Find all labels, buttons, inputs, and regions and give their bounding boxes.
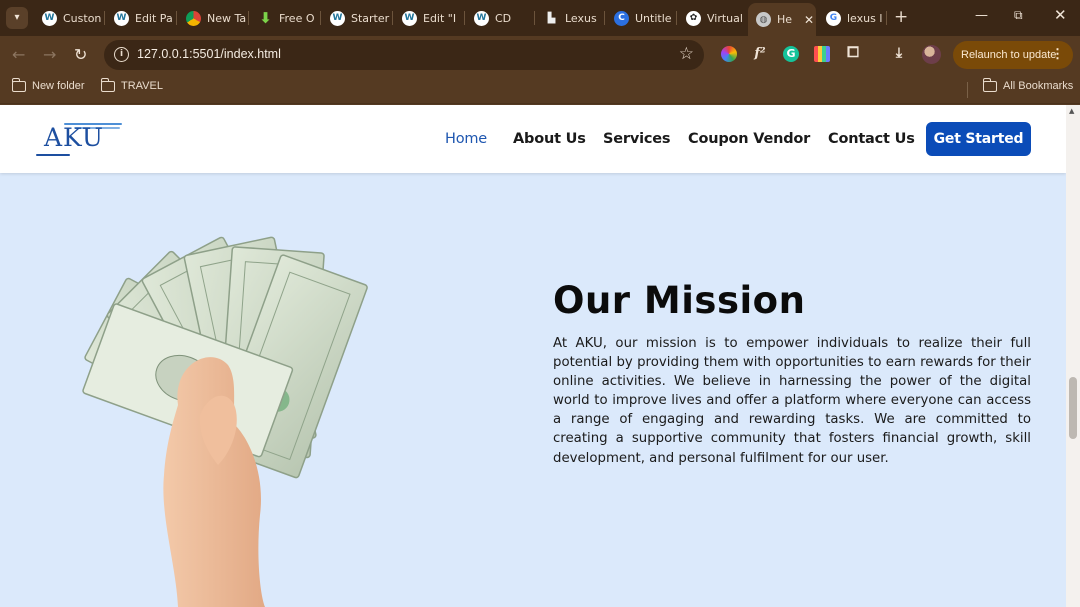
all-bookmarks-label: All Bookmarks [1003, 80, 1074, 92]
tab-virtual[interactable]: ✿ Virtual [678, 4, 748, 32]
back-arrow-icon[interactable]: ← [12, 45, 25, 64]
address-bar[interactable]: i 127.0.0.1:5501/index.html ☆ [104, 40, 704, 70]
scroll-up-arrow-icon[interactable]: ▲ [1069, 107, 1074, 115]
download-arrow-icon: ⬇ [259, 9, 272, 27]
tab-cd[interactable]: W CD [466, 4, 536, 32]
nav-coupon-vendor[interactable]: Coupon Vendor [688, 131, 810, 147]
tab-label: Edit "I [423, 11, 457, 25]
close-icon[interactable]: ✕ [804, 13, 814, 27]
color-extension-icon[interactable] [721, 46, 737, 62]
tab-separator [320, 11, 321, 25]
tab-untitled[interactable]: C Untitle [606, 4, 676, 32]
minimize-icon[interactable]: — [975, 8, 988, 23]
tab-new-tab[interactable]: New Ta [178, 4, 248, 32]
tab-search-button[interactable]: ▾ [6, 7, 28, 29]
nav-home[interactable]: Home [445, 131, 487, 147]
tab-label: New Ta [207, 11, 247, 25]
reload-icon[interactable]: ↻ [74, 45, 87, 64]
mission-title: Our Mission [553, 279, 806, 322]
nav-about[interactable]: About Us [513, 131, 586, 147]
get-started-button[interactable]: Get Started [926, 122, 1031, 156]
chrome-icon [186, 10, 201, 26]
wordpress-icon: W [114, 10, 129, 26]
site-info-icon[interactable]: i [114, 47, 129, 62]
relaunch-button[interactable]: Relaunch to update ⋮ [953, 41, 1073, 69]
tab-separator [886, 11, 887, 25]
grammarly-icon[interactable]: G [783, 46, 799, 62]
all-bookmarks[interactable]: All Bookmarks [982, 77, 1074, 92]
tab-label: Free O [279, 11, 315, 25]
page-viewport: AKU Home About Us Services Coupon Vendor… [0, 105, 1066, 607]
extensions-puzzle-icon[interactable]: ⧠ [845, 44, 861, 60]
google-icon: G [826, 10, 841, 26]
tab-separator [604, 11, 605, 25]
site-logo[interactable]: AKU [34, 119, 130, 159]
new-tab-button[interactable]: + [894, 7, 908, 27]
tab-lexus[interactable]: ▙ Lexus [536, 4, 604, 32]
relaunch-label: Relaunch to update [961, 49, 1057, 61]
nav-services[interactable]: Services [603, 131, 671, 147]
bookmark-label: New folder [32, 80, 85, 92]
logo-underline [36, 154, 70, 156]
wordpress-icon: W [42, 10, 57, 26]
nav-contact[interactable]: Contact Us [828, 131, 915, 147]
site-header: AKU Home About Us Services Coupon Vendor… [0, 105, 1066, 173]
tab-label: CD [495, 11, 512, 25]
tab-edit-page[interactable]: W Edit Pa [106, 4, 176, 32]
download-icon[interactable]: ⤓ [891, 45, 907, 61]
chatgpt-icon: ✿ [686, 10, 701, 26]
folder-icon [11, 77, 26, 92]
url-text[interactable]: 127.0.0.1:5501/index.html [137, 47, 281, 61]
bookmark-label: TRAVEL [121, 80, 163, 92]
tab-free[interactable]: ⬇ Free O [250, 4, 320, 32]
tab-separator [248, 11, 249, 25]
tab-label: Untitle [635, 11, 672, 25]
tab-separator [534, 11, 535, 25]
forward-arrow-icon[interactable]: → [43, 45, 56, 64]
font-extension-icon[interactable]: f² [752, 46, 768, 62]
hand-holding-money-image [82, 236, 368, 607]
tab-starter[interactable]: W Starter [322, 4, 392, 32]
tab-separator [176, 11, 177, 25]
mission-text: At AKU, our mission is to empower indivi… [553, 336, 1031, 466]
tab-label: Edit Pa [135, 11, 173, 25]
tab-active-home[interactable]: ◍ He ✕ [748, 3, 816, 36]
wordpress-icon: W [474, 10, 489, 26]
canva-icon: C [614, 10, 629, 26]
tab-label: Starter [351, 11, 390, 25]
tab-custom[interactable]: W Custon [34, 4, 104, 32]
tab-separator [392, 11, 393, 25]
tab-separator [104, 11, 105, 25]
browser-toolbar: ← → ↻ i 127.0.0.1:5501/index.html ☆ f² G… [0, 36, 1080, 74]
bookmarks-bar: New folder TRAVEL All Bookmarks [0, 74, 1080, 104]
tab-lexus-search[interactable]: G lexus l [818, 4, 886, 32]
tab-separator [676, 11, 677, 25]
tab-label: Virtual [707, 11, 743, 25]
tab-label: Lexus [565, 11, 597, 25]
bookmark-new-folder[interactable]: New folder [11, 77, 85, 92]
palette-extension-icon[interactable] [814, 46, 830, 62]
wordpress-icon: W [330, 10, 345, 26]
globe-icon: ◍ [756, 12, 771, 27]
tab-separator [464, 11, 465, 25]
tab-label: lexus l [847, 11, 883, 25]
logo-text: AKU [44, 123, 104, 152]
tab-edit-i[interactable]: W Edit "I [394, 4, 464, 32]
restore-icon[interactable]: ⧉ [1014, 8, 1023, 23]
profile-avatar[interactable] [922, 45, 941, 64]
bookmarks-divider [967, 82, 968, 98]
tab-label: He [777, 13, 793, 26]
tab-label: Custon [63, 11, 102, 25]
more-menu-icon[interactable]: ⋮ [1051, 46, 1064, 62]
folder-icon [100, 77, 115, 92]
page-scrollbar[interactable]: ▲ [1066, 105, 1080, 607]
folder-icon [982, 77, 997, 92]
bookmark-travel[interactable]: TRAVEL [100, 77, 163, 92]
lexus-icon: ▙ [547, 12, 556, 24]
scrollbar-thumb[interactable] [1069, 377, 1077, 439]
window-close-icon[interactable]: ✕ [1054, 6, 1067, 24]
wordpress-icon: W [402, 10, 417, 26]
bookmark-star-icon[interactable]: ☆ [679, 44, 694, 64]
tab-strip: ▾ W Custon W Edit Pa New Ta ⬇ Free O W S… [0, 0, 1080, 36]
